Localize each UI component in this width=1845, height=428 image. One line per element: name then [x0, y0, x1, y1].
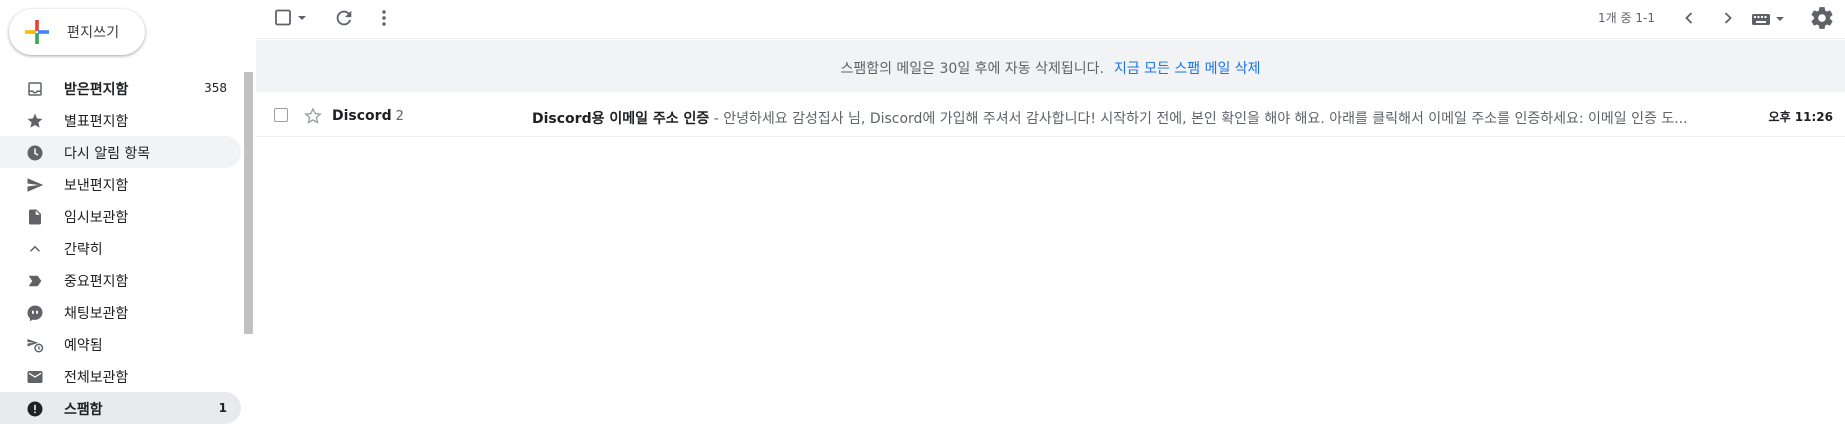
chevron-up-icon — [29, 245, 41, 252]
sidebar-item-inbox[interactable]: 받은편지함 358 — [0, 72, 241, 104]
refresh-icon[interactable] — [333, 7, 355, 29]
sidebar-nav: 받은편지함 358 별표편지함 다시 알림 항목 보낸편지함 임시보관함 간략히 — [0, 72, 241, 424]
keyboard-icon[interactable] — [1750, 9, 1790, 29]
label-important-icon — [28, 275, 42, 287]
sidebar-item-label: 임시보관함 — [64, 210, 129, 226]
sidebar-scrollbar[interactable] — [244, 72, 253, 334]
email-checkbox[interactable] — [274, 108, 288, 122]
chat-icon — [27, 305, 43, 322]
sender-name: Discord — [332, 108, 392, 124]
email-content: Discord용 이메일 주소 인증 - 안녕하세요 감성집사 님, Disco… — [532, 108, 1732, 128]
email-row[interactable]: Discord 2 Discord용 이메일 주소 인증 - 안녕하세요 감성집사… — [256, 96, 1845, 137]
mail-icon — [27, 371, 43, 383]
delete-all-spam-link[interactable]: 지금 모든 스팸 메일 삭제 — [1114, 61, 1261, 77]
chevron-left-icon[interactable] — [1677, 6, 1701, 30]
sidebar-item-label: 전체보관함 — [64, 370, 129, 386]
sidebar-item-label: 채팅보관함 — [64, 306, 129, 322]
sidebar-item-spam[interactable]: 스팸함 1 — [0, 392, 241, 424]
toolbar: 1개 중 1-1 — [256, 0, 1845, 39]
sidebar-item-chats[interactable]: 채팅보관함 — [0, 296, 241, 328]
send-icon — [27, 178, 44, 192]
sidebar-item-label: 별표편지함 — [64, 114, 129, 130]
thread-count: 2 — [395, 109, 404, 124]
pagination-info: 1개 중 1-1 — [1598, 11, 1655, 25]
select-checkbox-dropdown[interactable] — [274, 8, 314, 28]
banner-text: 스팸함의 메일은 30일 후에 자동 삭제됩니다. — [840, 61, 1104, 77]
sidebar-item-label: 스팸함 — [64, 402, 103, 418]
sidebar-item-all-mail[interactable]: 전체보관함 — [0, 360, 241, 392]
star-outline-icon[interactable] — [303, 106, 323, 126]
sidebar-item-sent[interactable]: 보낸편지함 — [0, 168, 241, 200]
email-snippet: - 안녕하세요 감성집사 님, Discord에 가입해 주셔서 감사합니다! … — [709, 111, 1688, 127]
sidebar-item-label: 다시 알림 항목 — [64, 146, 151, 162]
email-time: 오후 11:26 — [1768, 110, 1833, 124]
sidebar-item-label: 중요편지함 — [64, 274, 129, 290]
sidebar: 편지쓰기 받은편지함 358 별표편지함 다시 알림 항목 보낸편지함 임시보관… — [0, 0, 256, 428]
spam-info-banner: 스팸함의 메일은 30일 후에 자동 삭제됩니다. 지금 모든 스팸 메일 삭제 — [256, 40, 1845, 92]
sidebar-item-label: 간략히 — [64, 242, 103, 258]
sidebar-item-snoozed[interactable]: 다시 알림 항목 — [0, 136, 241, 168]
email-sender: Discord 2 — [332, 108, 404, 124]
inbox-icon — [28, 82, 42, 96]
sidebar-item-label: 받은편지함 — [64, 82, 129, 98]
sidebar-item-important[interactable]: 중요편지함 — [0, 264, 241, 296]
scheduled-icon — [27, 339, 44, 353]
chevron-right-icon[interactable] — [1716, 6, 1740, 30]
email-subject: Discord용 이메일 주소 인증 — [532, 111, 710, 127]
unread-count: 358 — [204, 81, 227, 95]
draft-icon — [29, 209, 41, 225]
sidebar-item-starred[interactable]: 별표편지함 — [0, 104, 241, 136]
main-panel: 1개 중 1-1 스팸함의 메일은 30일 후에 자동 삭제됩니다. 지금 모든 … — [256, 0, 1845, 428]
plus-icon — [25, 20, 49, 44]
compose-button[interactable]: 편지쓰기 — [9, 9, 145, 55]
sidebar-item-label: 예약됨 — [64, 338, 103, 354]
compose-label: 편지쓰기 — [67, 25, 120, 41]
sidebar-item-drafts[interactable]: 임시보관함 — [0, 200, 241, 232]
gear-icon[interactable] — [1809, 5, 1835, 31]
sidebar-item-label: 보낸편지함 — [64, 178, 129, 194]
unread-count: 1 — [218, 401, 227, 415]
sidebar-item-scheduled[interactable]: 예약됨 — [0, 328, 241, 360]
sidebar-item-less[interactable]: 간략히 — [0, 232, 241, 264]
more-vert-icon[interactable] — [373, 7, 395, 29]
clock-icon — [27, 145, 43, 161]
star-icon — [27, 113, 43, 128]
spam-icon — [27, 401, 43, 417]
